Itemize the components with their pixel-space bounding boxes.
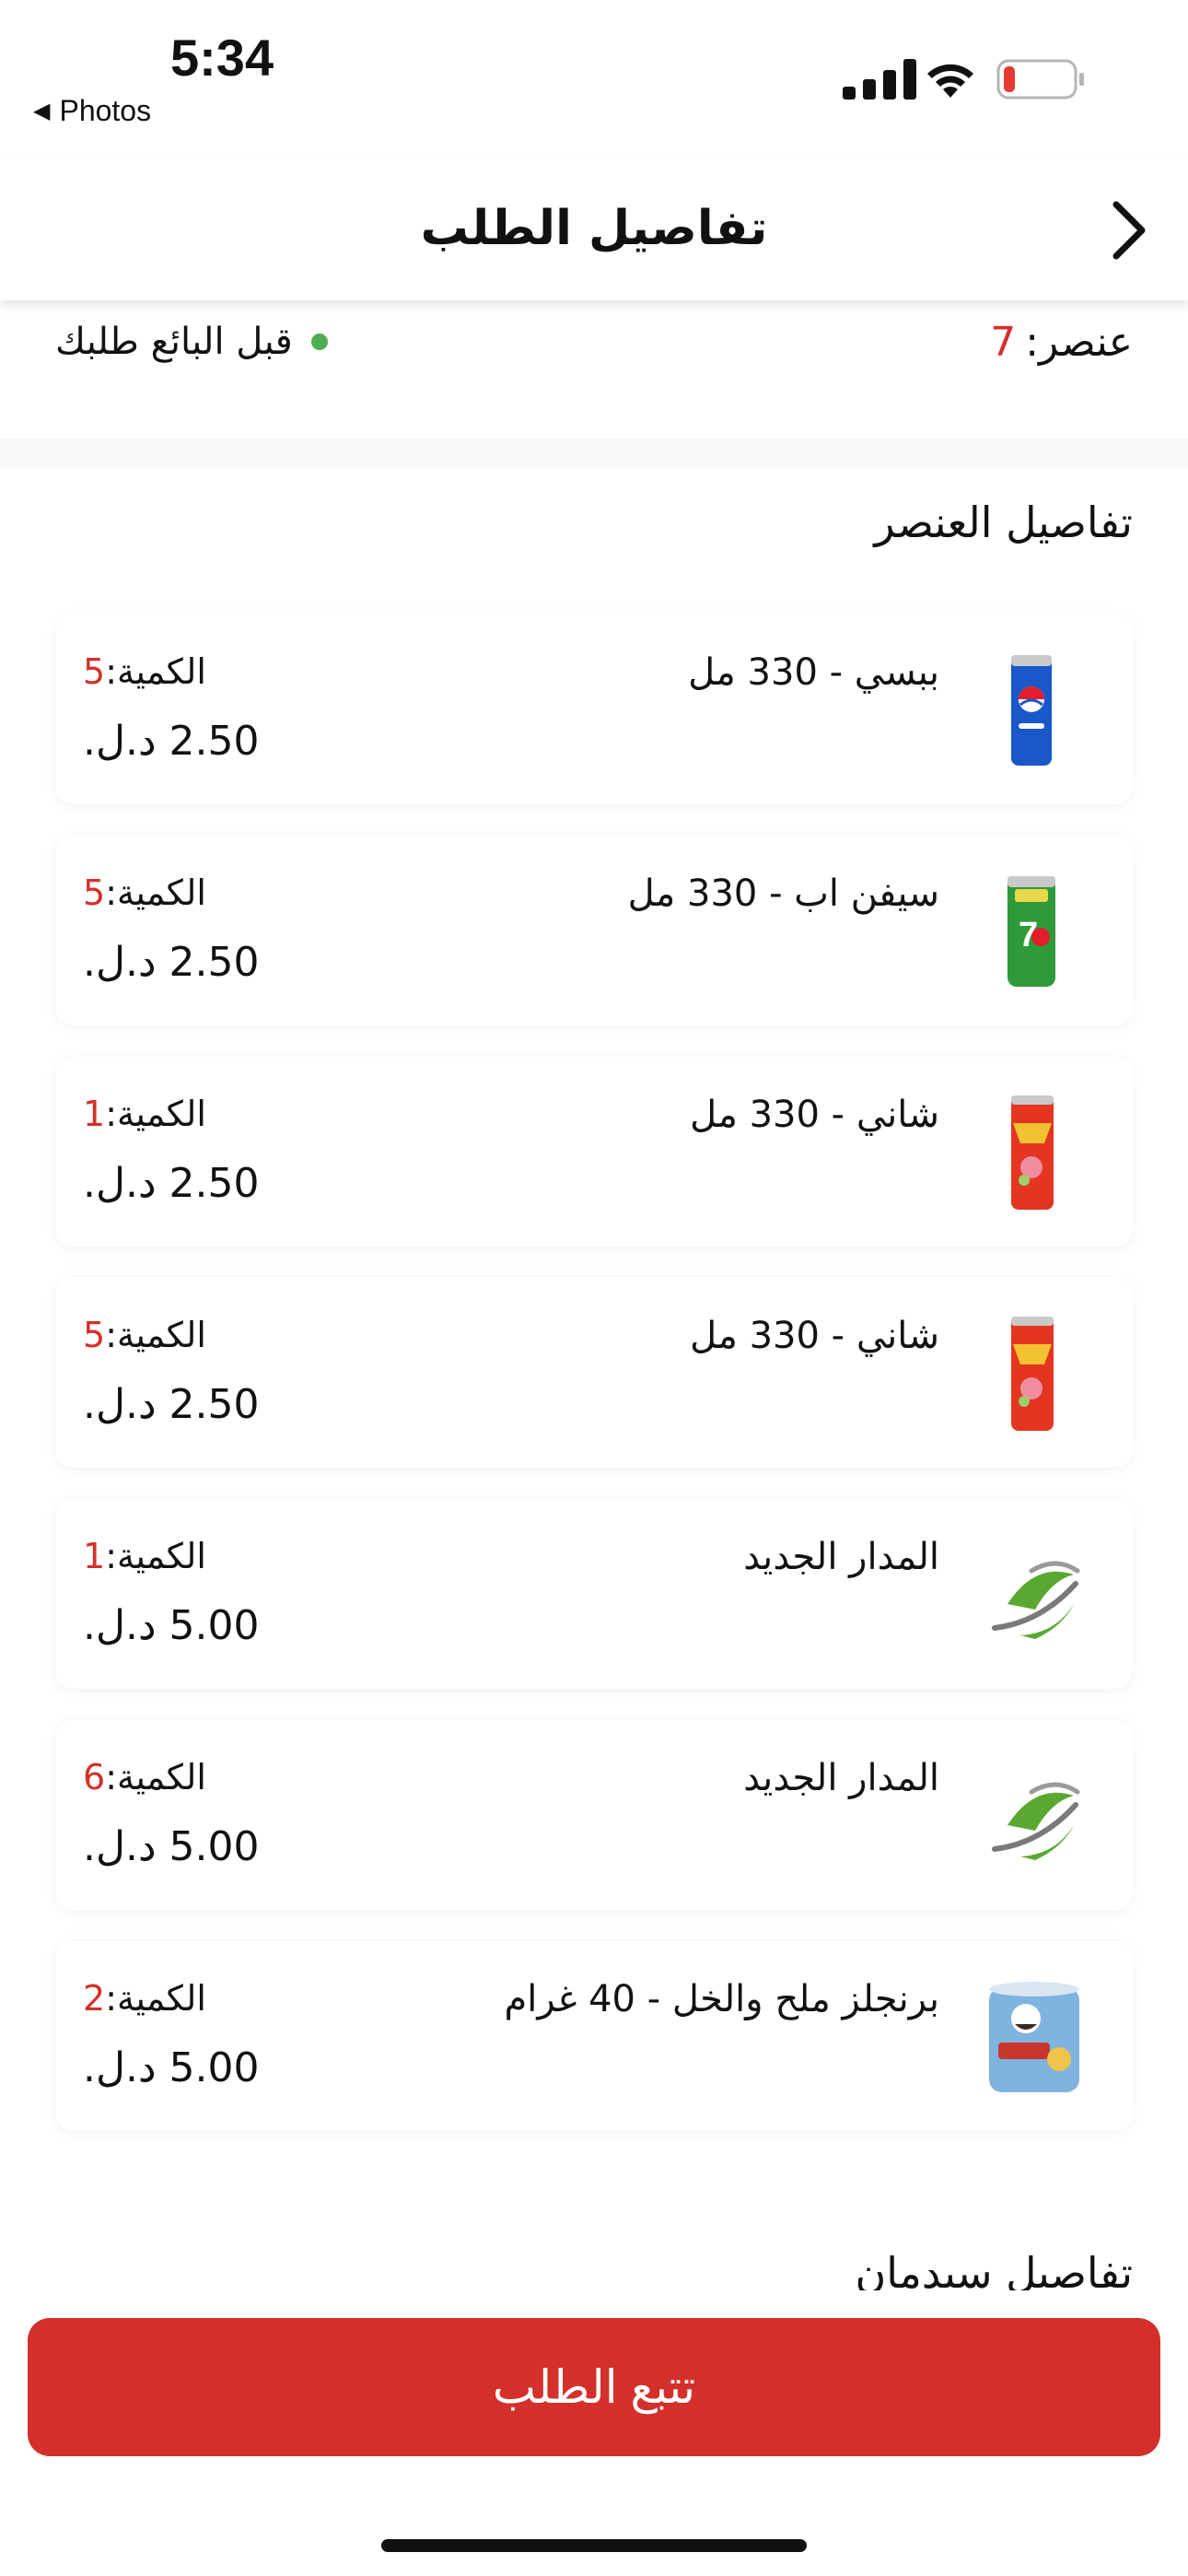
item-quantity: الكمية:5 [83,872,206,913]
cellular-signal-icon [843,59,916,100]
quantity-value: 5 [83,1315,106,1355]
shani-can-icon [1011,1317,1054,1431]
navigation-bar: تفاصيل الطلب [0,157,1188,300]
pringles-can-icon [989,1982,1079,2092]
back-to-photos-link[interactable]: ◀ Photos [33,94,151,128]
quantity-value: 5 [83,872,106,913]
quantity-label: الكمية: [105,1094,206,1134]
next-section-heading: تفاصيل سيدمان [855,2248,1134,2290]
item-quantity: الكمية:2 [83,1978,206,2019]
back-chevron-icon[interactable] [1101,197,1157,263]
order-item-card: شاني - 330 مل الكمية:1 2.50 د.ل. [55,1057,1133,1247]
item-name: شاني - 330 مل [690,1094,939,1136]
item-price: 5.00 د.ل. [83,1602,260,1649]
status-time: 5:34 [170,29,274,87]
items-count: عنصر:7 [990,319,1133,366]
quantity-value: 1 [83,1094,106,1134]
track-order-button[interactable]: تتبع الطلب [28,2318,1160,2456]
order-summary: عنصر:7 قبل البائع طلبك [0,300,1188,439]
order-item-card: المدار الجديد الكمية:1 5.00 د.ل. [55,1499,1133,1689]
item-name: المدار الجديد [743,1536,939,1578]
item-name: شاني - 330 مل [690,1315,939,1357]
item-name: ببسي - 330 مل [688,651,939,694]
back-app-label: Photos [59,94,152,127]
almadar-logo-icon [992,1782,1080,1860]
7up-can-icon: 7 [1007,876,1055,987]
quantity-label: الكمية: [105,1315,206,1355]
quantity-label: الكمية: [105,651,206,692]
item-quantity: الكمية:6 [83,1757,206,1797]
items-count-value: 7 [990,319,1017,366]
item-name: سيفن اب - 330 مل [627,872,939,915]
item-quantity: الكمية:1 [83,1094,206,1134]
item-price: 2.50 د.ل. [83,1381,260,1428]
item-price: 2.50 د.ل. [83,1160,260,1207]
status-dot-icon [310,334,328,350]
shani-can-icon [1011,1095,1054,1210]
order-status: قبل البائع طلبك [55,321,328,363]
item-price: 2.50 د.ل. [83,718,260,765]
page-title: تفاصيل الطلب [420,201,768,256]
order-item-card: 7 سيفن اب - 330 مل الكمية:5 2.50 د.ل. [55,836,1133,1025]
item-quantity: الكمية:5 [83,1315,206,1355]
quantity-value: 5 [83,651,106,692]
battery-low-icon [996,59,1084,100]
item-name: برنجلز ملح والخل - 40 غرام [504,1978,939,2020]
almadar-logo-icon [992,1561,1080,1639]
item-name: المدار الجديد [743,1757,939,1799]
item-price: 5.00 د.ل. [83,1823,260,1870]
quantity-label: الكمية: [105,1978,206,2019]
item-quantity: الكمية:5 [83,651,206,692]
section-divider [0,439,1188,468]
item-price: 5.00 د.ل. [83,2044,260,2091]
item-quantity: الكمية:1 [83,1536,206,1576]
pepsi-can-icon [1011,655,1052,766]
quantity-value: 1 [83,1536,106,1576]
quantity-label: الكمية: [105,1536,206,1576]
quantity-label: الكمية: [105,872,206,913]
home-indicator [381,2539,807,2552]
items-count-label: عنصر: [1025,319,1133,366]
order-item-card: المدار الجديد الكمية:6 5.00 د.ل. [55,1720,1133,1910]
item-price: 2.50 د.ل. [83,939,260,986]
order-status-text: قبل البائع طلبك [55,321,293,363]
wifi-icon [927,64,973,98]
status-bar: 5:34 ◀ Photos [0,0,1188,157]
order-item-card: ببسي - 330 مل الكمية:5 2.50 د.ل. [55,615,1133,804]
quantity-value: 2 [83,1978,106,2019]
quantity-label: الكمية: [105,1757,206,1797]
order-item-card: برنجلز ملح والخل - 40 غرام الكمية:2 5.00… [55,1941,1133,2131]
back-triangle-icon: ◀ [33,99,51,123]
item-details-heading: تفاصيل العنصر [874,498,1133,547]
quantity-value: 6 [83,1757,106,1797]
order-item-card: شاني - 330 مل الكمية:5 2.50 د.ل. [55,1278,1133,1468]
